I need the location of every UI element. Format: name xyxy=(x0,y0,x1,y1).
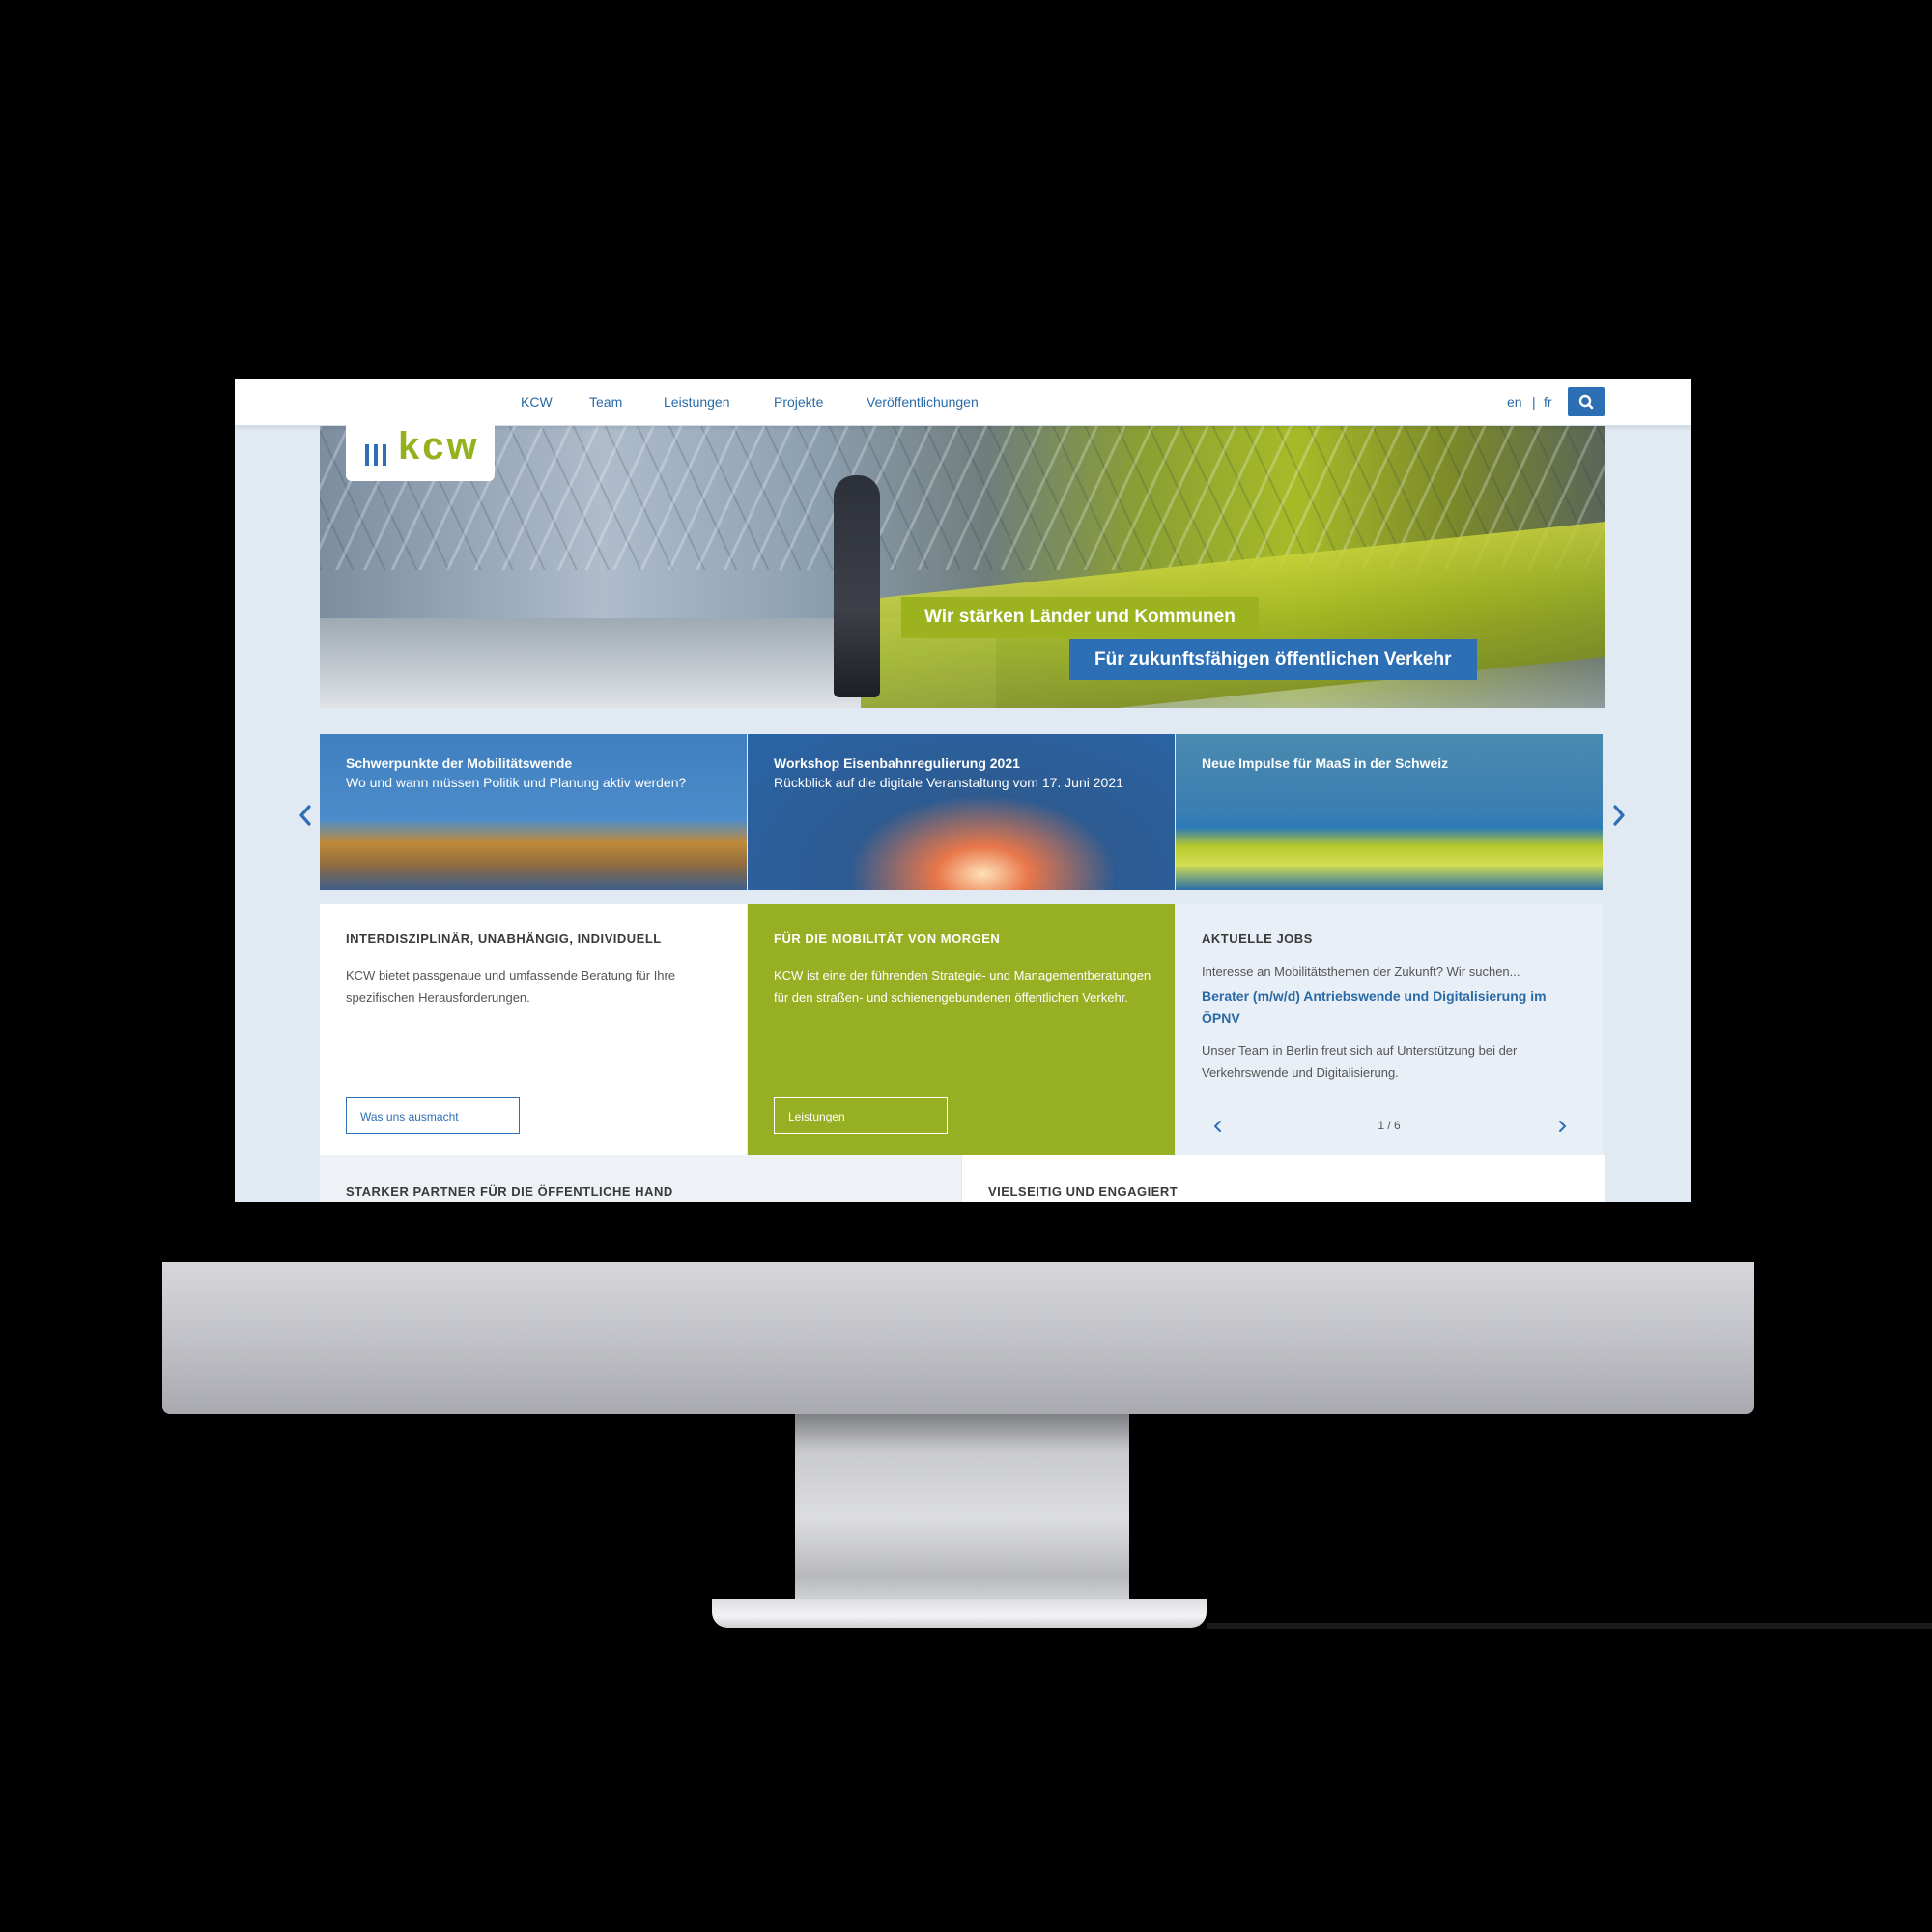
nav-item-projekte[interactable]: Projekte xyxy=(774,394,823,410)
nav-item-team[interactable]: Team xyxy=(589,394,622,410)
box-text: KCW bietet passgenaue und umfassende Ber… xyxy=(346,968,676,1005)
what-defines-us-button[interactable]: Was uns ausmacht xyxy=(346,1097,520,1134)
carousel-slide-mobilitaetswende[interactable]: Schwerpunkte der Mobilitätswende Wo und … xyxy=(320,734,747,890)
carousel-prev-arrow-icon[interactable] xyxy=(295,802,316,829)
kcw-logo[interactable]: kcw xyxy=(346,425,495,481)
carousel-slide-maas[interactable]: Neue Impulse für MaaS in der Schweiz xyxy=(1176,734,1603,890)
slide-title: Neue Impulse für MaaS in der Schweiz xyxy=(1202,755,1449,771)
jobs-pager: 1 / 6 xyxy=(1176,1118,1603,1137)
jobs-page-indicator: 1 / 6 xyxy=(1378,1119,1401,1132)
language-en-link[interactable]: en xyxy=(1507,394,1522,410)
language-separator: | xyxy=(1532,394,1536,410)
carousel-next-arrow-icon[interactable] xyxy=(1608,802,1630,829)
carousel-slide-workshop[interactable]: Workshop Eisenbahnregulierung 2021 Rückb… xyxy=(748,734,1175,890)
partner-section: STARKER PARTNER FÜR DIE ÖFFENTLICHE HAND xyxy=(320,1155,961,1202)
jobs-next-chevron-icon[interactable] xyxy=(1556,1118,1568,1135)
logo-wordmark: kcw xyxy=(398,425,480,468)
hero-person xyxy=(834,475,880,697)
desk-shadow xyxy=(1207,1623,1932,1629)
slide-subtitle: Wo und wann müssen Politik und Planung a… xyxy=(346,775,687,790)
job-posting-link[interactable]: Berater (m/w/d) Antriebswende und Digita… xyxy=(1202,985,1583,1030)
hero-banner: Wir stärken Länder und Kommunen Für zuku… xyxy=(320,425,1605,708)
nav-item-leistungen[interactable]: Leistungen xyxy=(664,394,730,410)
slide-subtitle: Rückblick auf die digitale Veranstaltung… xyxy=(774,775,1123,790)
search-icon xyxy=(1578,394,1594,410)
search-button[interactable] xyxy=(1568,387,1605,416)
jobs-intro: Interesse an Mobilitätsthemen der Zukunf… xyxy=(1202,964,1520,979)
job-description: Unser Team in Berlin freut sich auf Unte… xyxy=(1202,1043,1518,1080)
section-title: STARKER PARTNER FÜR DIE ÖFFENTLICHE HAND xyxy=(346,1184,673,1199)
services-button[interactable]: Leistungen xyxy=(774,1097,948,1134)
mobility-box: FÜR DIE MOBILITÄT VON MORGEN KCW ist ein… xyxy=(748,904,1175,1155)
language-fr-link[interactable]: fr xyxy=(1544,394,1552,410)
top-navigation: KCW Team Leistungen Projekte Veröffentli… xyxy=(235,379,1691,426)
jobs-box: AKTUELLE JOBS Interesse an Mobilitätsthe… xyxy=(1176,904,1603,1155)
nav-item-veroeffentlichungen[interactable]: Veröffentlichungen xyxy=(867,394,979,410)
engaged-section: VIELSEITIG UND ENGAGIERT xyxy=(962,1155,1605,1202)
box-title: AKTUELLE JOBS xyxy=(1202,931,1313,946)
box-title: INTERDISZIPLINÄR, UNABHÄNGIG, INDIVIDUEL… xyxy=(346,931,662,946)
monitor-stand-foot xyxy=(712,1599,1207,1628)
monitor-chin xyxy=(162,1262,1754,1414)
box-title: FÜR DIE MOBILITÄT VON MORGEN xyxy=(774,931,1001,946)
slide-title: Schwerpunkte der Mobilitätswende xyxy=(346,755,573,771)
nav-item-kcw[interactable]: KCW xyxy=(521,394,553,410)
monitor-stand-neck xyxy=(795,1414,1129,1623)
slide-title: Workshop Eisenbahnregulierung 2021 xyxy=(774,755,1020,771)
about-box: INTERDISZIPLINÄR, UNABHÄNGIG, INDIVIDUEL… xyxy=(320,904,747,1155)
hero-tagline-primary: Wir stärken Länder und Kommunen xyxy=(901,597,1259,638)
box-text: KCW ist eine der führenden Strategie- un… xyxy=(774,968,1151,1005)
hero-tagline-secondary: Für zukunftsfähigen öffentlichen Verkehr xyxy=(1069,639,1477,680)
section-title: VIELSEITIG UND ENGAGIERT xyxy=(988,1184,1179,1199)
browser-viewport: KCW Team Leistungen Projekte Veröffentli… xyxy=(235,379,1691,1202)
